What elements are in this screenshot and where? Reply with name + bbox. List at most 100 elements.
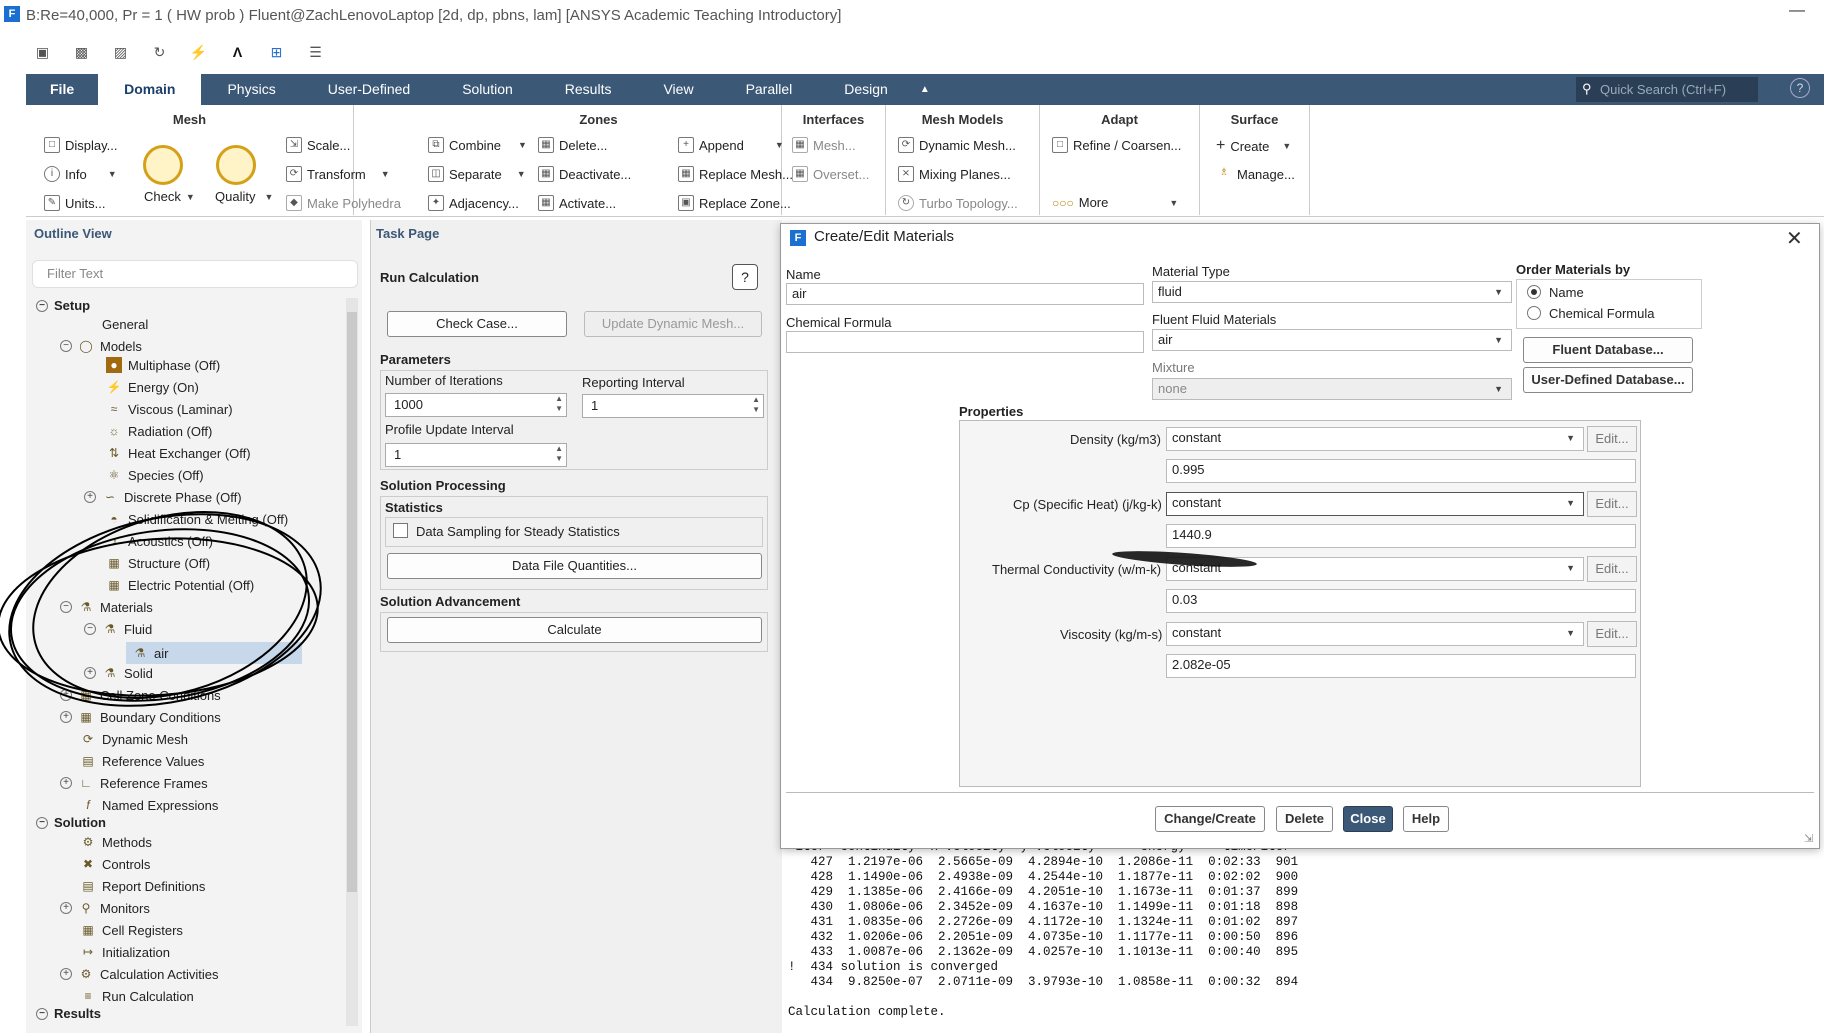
parallel-icon[interactable]: ⊞: [260, 37, 293, 67]
separate-button[interactable]: ◫ Separate ▼: [428, 166, 526, 182]
tree-initialization[interactable]: ↦ Initialization: [80, 944, 170, 960]
expand-icon[interactable]: +: [60, 902, 72, 914]
quick-search-input[interactable]: Quick Search (Ctrl+F): [1576, 77, 1758, 102]
filter-input[interactable]: Filter Text: [32, 260, 358, 288]
spin-arrows-icon[interactable]: ▲ ▼: [752, 395, 760, 415]
mixture-select[interactable]: none ▼: [1152, 378, 1512, 400]
expand-icon[interactable]: +: [84, 491, 96, 503]
scale-button[interactable]: ⇲ Scale...: [286, 137, 350, 153]
tree-calculation-activities[interactable]: + ⚙ Calculation Activities: [60, 966, 219, 982]
tree-models[interactable]: − ◯ Models: [60, 338, 142, 354]
collapse-ribbon-icon[interactable]: ▲: [914, 74, 936, 105]
tree-solution[interactable]: − Solution: [36, 815, 106, 830]
lightning-icon[interactable]: ⚡: [182, 37, 215, 67]
density-value-field[interactable]: 0.995: [1166, 459, 1636, 483]
update-dynamic-mesh-button[interactable]: Update Dynamic Mesh...: [584, 311, 762, 337]
tree-results[interactable]: − Results: [36, 1006, 101, 1021]
calculate-button[interactable]: Calculate: [387, 617, 762, 643]
tree-controls[interactable]: ✖ Controls: [80, 856, 150, 872]
interfaces-mesh-button[interactable]: ▦ Mesh...: [792, 137, 856, 153]
iterations-stepper[interactable]: 1000 ▲ ▼: [385, 393, 567, 417]
help-icon[interactable]: ?: [732, 264, 758, 290]
reload-icon[interactable]: ↻: [143, 37, 176, 67]
manage-surface-button[interactable]: ♗ Manage...: [1216, 166, 1295, 182]
tab-solution[interactable]: Solution: [436, 74, 539, 105]
tree-reference-frames[interactable]: + ∟ Reference Frames: [60, 775, 208, 791]
reporting-interval-stepper[interactable]: 1 ▲ ▼: [582, 394, 764, 418]
check-icon[interactable]: [143, 145, 183, 185]
mixing-planes-button[interactable]: ⨯ Mixing Planes...: [898, 166, 1011, 182]
tree-report-definitions[interactable]: ▤ Report Definitions: [80, 878, 205, 894]
material-type-select[interactable]: fluid ▼: [1152, 281, 1512, 303]
turbo-topology-button[interactable]: ↻ Turbo Topology...: [898, 195, 1018, 211]
tree-run-calculation[interactable]: ≡ Run Calculation: [80, 988, 193, 1004]
close-button[interactable]: Close: [1343, 806, 1393, 832]
tree-energy[interactable]: ⚡ Energy (On): [106, 379, 199, 395]
deactivate-button[interactable]: ▦ Deactivate...: [538, 166, 631, 182]
thermal-conductivity-edit-button[interactable]: Edit...: [1587, 556, 1637, 582]
change-create-button[interactable]: Change/Create: [1155, 806, 1265, 832]
thermal-conductivity-value-field[interactable]: 0.03: [1166, 589, 1636, 613]
adjacency-button[interactable]: ✦ Adjacency...: [428, 195, 519, 211]
expand-icon[interactable]: +: [60, 968, 72, 980]
delete-button[interactable]: Delete: [1276, 806, 1333, 832]
tree-reference-values[interactable]: ▤ Reference Values: [80, 753, 204, 769]
cp-method-select[interactable]: constant ▼: [1166, 492, 1584, 516]
outline-scrollbar-thumb[interactable]: [347, 312, 357, 892]
spin-arrows-icon[interactable]: ▲ ▼: [555, 394, 563, 414]
collapse-icon[interactable]: −: [36, 1007, 48, 1020]
tree-radiation[interactable]: ☼ Radiation (Off): [106, 423, 213, 439]
order-by-name-radio[interactable]: [1527, 285, 1541, 299]
help-button[interactable]: Help: [1403, 806, 1449, 832]
ansys-logo-icon[interactable]: Λ: [221, 37, 254, 67]
viscosity-value-field[interactable]: 2.082e-05: [1166, 654, 1636, 678]
tree-species[interactable]: ⚛ Species (Off): [106, 467, 204, 483]
tab-domain[interactable]: Domain: [98, 74, 202, 105]
make-polyhedra-button[interactable]: ◆ Make Polyhedra: [286, 195, 401, 211]
tab-design[interactable]: Design: [818, 74, 914, 105]
chemical-formula-field[interactable]: [786, 331, 1144, 353]
write-case-icon[interactable]: ▨: [104, 37, 137, 67]
combine-button[interactable]: ⧉ Combine ▼: [428, 137, 527, 153]
tree-cell-registers[interactable]: ▦ Cell Registers: [80, 922, 183, 938]
open-case-icon[interactable]: ▣: [26, 37, 59, 67]
quality-button[interactable]: Quality ▼: [215, 189, 273, 204]
tab-physics[interactable]: Physics: [201, 74, 301, 105]
units-button[interactable]: ✎ Units...: [44, 195, 105, 211]
viscosity-method-select[interactable]: constant ▼: [1166, 622, 1584, 646]
density-method-select[interactable]: constant ▼: [1166, 427, 1584, 451]
tree-discrete-phase[interactable]: + ∽ Discrete Phase (Off): [84, 489, 242, 505]
quality-icon[interactable]: [216, 145, 256, 185]
delete-zone-button[interactable]: ▦ Delete...: [538, 137, 607, 153]
tree-monitors[interactable]: + ⚲ Monitors: [60, 900, 150, 916]
collapse-icon[interactable]: −: [36, 816, 48, 829]
tab-user-defined[interactable]: User-Defined: [302, 74, 436, 105]
data-file-quantities-button[interactable]: Data File Quantities...: [387, 553, 762, 579]
replace-zone-button[interactable]: ▣ Replace Zone...: [678, 195, 791, 211]
transform-button[interactable]: ⟳ Transform ▼: [286, 166, 390, 182]
collapse-icon[interactable]: −: [36, 299, 48, 312]
expand-icon[interactable]: +: [60, 777, 72, 789]
viscosity-edit-button[interactable]: Edit...: [1587, 621, 1637, 647]
console-output[interactable]: iter continuity x-velocity y-velocity en…: [782, 840, 1824, 1033]
user-defined-database-button[interactable]: User-Defined Database...: [1523, 367, 1693, 393]
tree-methods[interactable]: ⚙ Methods: [80, 834, 152, 850]
tree-heat-exchanger[interactable]: ⇅ Heat Exchanger (Off): [106, 445, 251, 461]
tree-viscous[interactable]: ≈ Viscous (Laminar): [106, 401, 233, 417]
cp-value-field[interactable]: 1440.9: [1166, 524, 1636, 548]
fluent-fluid-materials-select[interactable]: air ▼: [1152, 329, 1512, 351]
tab-parallel[interactable]: Parallel: [720, 74, 819, 105]
tree-setup[interactable]: − Setup: [36, 298, 90, 313]
profile-update-stepper[interactable]: 1 ▲ ▼: [385, 443, 567, 467]
check-button[interactable]: Check ▼: [144, 189, 195, 204]
name-field[interactable]: air: [786, 283, 1144, 305]
display-button[interactable]: □ Display...: [44, 137, 118, 153]
append-button[interactable]: + Append ▼: [678, 137, 784, 153]
overset-button[interactable]: ▦ Overset...: [792, 166, 869, 182]
tree-general[interactable]: General: [80, 316, 148, 332]
info-button[interactable]: i Info ▼: [44, 166, 117, 182]
dynamic-mesh-button[interactable]: ⟳ Dynamic Mesh...: [898, 137, 1016, 153]
tree-named-expressions[interactable]: f Named Expressions: [80, 797, 218, 813]
fluent-database-button[interactable]: Fluent Database...: [1523, 337, 1693, 363]
spin-arrows-icon[interactable]: ▲ ▼: [555, 444, 563, 464]
